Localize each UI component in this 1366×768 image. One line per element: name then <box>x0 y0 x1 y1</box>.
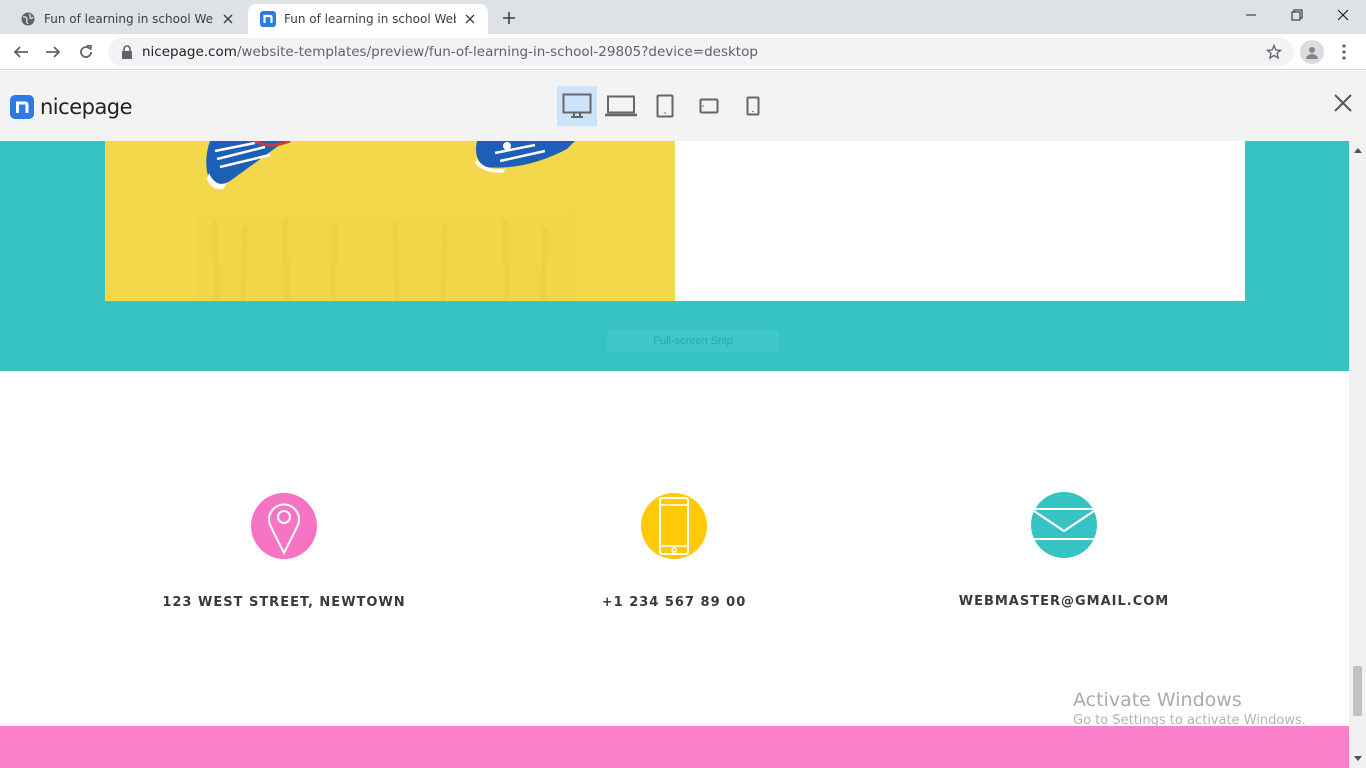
browser-tab-2[interactable]: Fun of learning in school Website <box>248 4 488 34</box>
snip-overlay-label: Full-screen Snip <box>607 330 779 352</box>
phone-block: +1 234 567 89 00 <box>524 493 824 610</box>
scroll-down-arrow-icon[interactable] <box>1349 752 1366 766</box>
new-tab-plus-icon[interactable] <box>498 7 520 29</box>
url-text: nicepage.com/website-templates/preview/f… <box>142 44 758 60</box>
sneakers-image <box>105 141 675 301</box>
profile-avatar-icon[interactable] <box>1300 40 1324 64</box>
laptop-icon[interactable] <box>601 86 641 126</box>
close-tab-icon[interactable] <box>462 11 478 27</box>
close-preview-icon[interactable] <box>1331 91 1355 115</box>
minimize-icon[interactable] <box>1228 0 1274 30</box>
phone-text: +1 234 567 89 00 <box>601 595 747 610</box>
tablet-icon[interactable] <box>645 86 685 126</box>
address-bar[interactable]: nicepage.com/website-templates/preview/f… <box>108 38 1294 66</box>
back-arrow-icon[interactable] <box>8 39 34 65</box>
url-path: /website-templates/preview/fun-of-learni… <box>236 44 758 60</box>
reload-icon[interactable] <box>73 39 99 65</box>
phone-icon[interactable] <box>733 86 773 126</box>
close-tab-icon[interactable] <box>220 11 236 27</box>
desktop-icon[interactable] <box>557 86 597 126</box>
lock-icon <box>120 45 134 59</box>
nicepage-logo[interactable]: nicepage <box>10 95 133 119</box>
tab-title: Fun of learning in school Website <box>284 12 456 26</box>
menu-kebab-icon[interactable] <box>1336 40 1352 64</box>
nicepage-icon <box>260 11 276 27</box>
contact-section: 123 WEST STREET, NEWTOWN +1 234 567 89 0… <box>0 371 1349 726</box>
nicepage-logo-icon <box>10 95 34 119</box>
tablet-landscape-icon[interactable] <box>689 86 729 126</box>
address-block: 123 WEST STREET, NEWTOWN <box>134 493 434 610</box>
address-text: 123 WEST STREET, NEWTOWN <box>162 595 406 610</box>
page-scrollbar[interactable] <box>1349 141 1366 768</box>
browser-tab-1[interactable]: Fun of learning in school Website <box>8 4 246 34</box>
white-text-card <box>675 141 1245 301</box>
forward-arrow-icon[interactable] <box>40 39 66 65</box>
scroll-up-arrow-icon[interactable] <box>1349 143 1366 157</box>
tablet-phone-icon <box>641 493 707 559</box>
device-switcher <box>557 86 777 126</box>
watermark-title: Activate Windows <box>1073 689 1242 711</box>
restore-icon[interactable] <box>1274 0 1320 30</box>
url-host: nicepage.com <box>142 44 237 60</box>
close-window-icon[interactable] <box>1320 0 1366 30</box>
email-text: WEBMASTER@GMAIL.COM <box>958 594 1170 609</box>
preview-header: nicepage <box>0 71 1366 141</box>
bookmark-star-icon[interactable] <box>1265 43 1283 60</box>
scrollbar-thumb[interactable] <box>1353 666 1362 716</box>
browser-tab-strip: Fun of learning in school Website Fun of… <box>0 0 1366 34</box>
windows-activation-watermark: Activate Windows Go to Settings to activ… <box>1073 689 1306 728</box>
globe-icon <box>20 11 36 27</box>
map-pin-icon <box>251 493 317 559</box>
pink-footer-section <box>0 726 1349 768</box>
email-block: WEBMASTER@GMAIL.COM <box>914 492 1214 609</box>
teal-section: Full-screen Snip <box>0 141 1349 371</box>
logo-text: nicepage <box>40 95 133 119</box>
envelope-icon <box>1031 492 1097 558</box>
browser-toolbar: nicepage.com/website-templates/preview/f… <box>0 34 1366 70</box>
tab-title: Fun of learning in school Website <box>44 12 214 26</box>
